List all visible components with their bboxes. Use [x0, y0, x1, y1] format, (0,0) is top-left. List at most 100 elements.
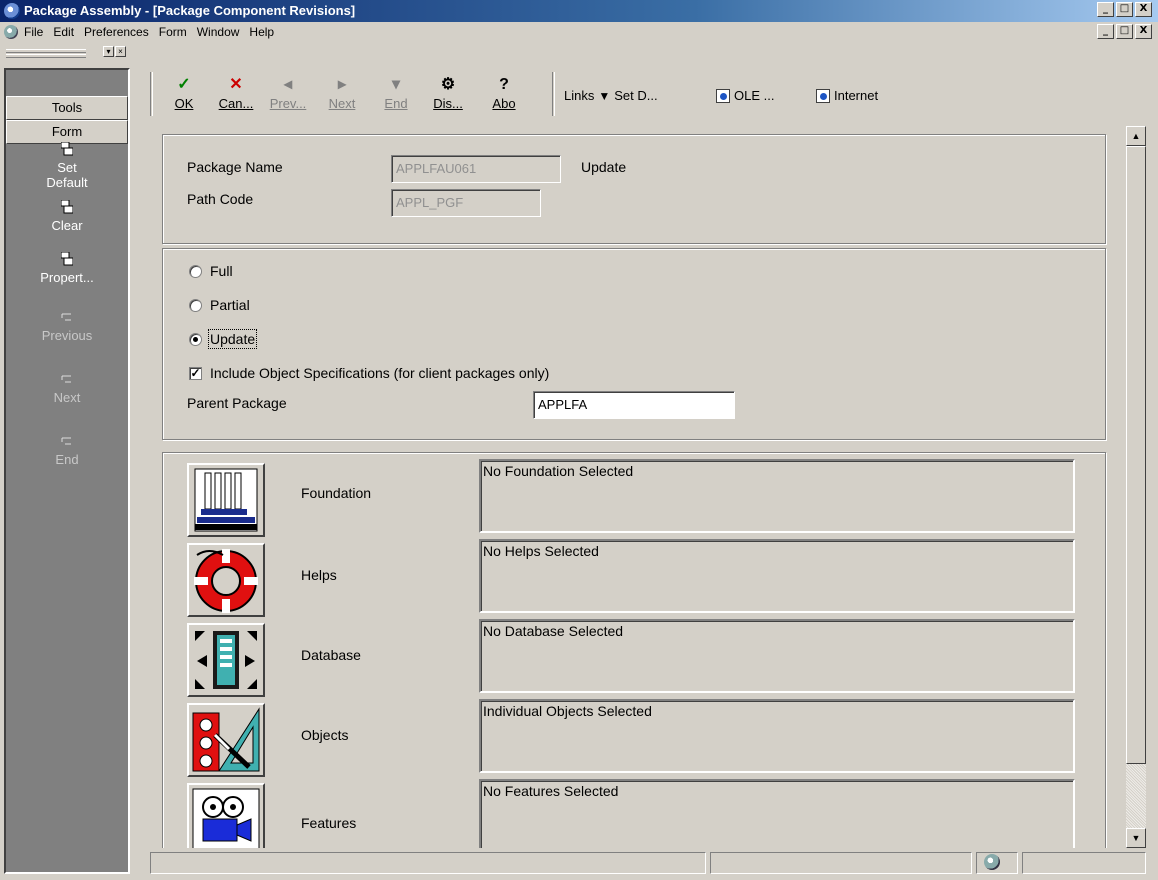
include-specs-checkbox[interactable]: ✓ Include Object Specifications (for cli… [189, 365, 549, 381]
database-label: Database [301, 647, 361, 663]
previous-button[interactable]: ◂ Prev... [268, 74, 308, 111]
radio-full-dot[interactable] [189, 264, 202, 278]
menu-form[interactable]: Form [159, 25, 187, 39]
objects-label: Objects [301, 727, 349, 743]
include-specs-label: Include Object Specifications (for clien… [210, 365, 550, 381]
menu-edit[interactable]: Edit [53, 25, 74, 39]
window-controls: _ □ X [1097, 2, 1152, 17]
radio-update[interactable]: Update [189, 329, 258, 349]
exit-item-label: Clear [51, 218, 83, 233]
exit-bar-grip-lower[interactable] [6, 54, 86, 58]
helps-status-box[interactable]: No Helps Selected [479, 539, 1075, 613]
path-code-label: Path Code [187, 191, 254, 207]
about-button[interactable]: ? Abo [484, 74, 524, 111]
objects-tools-icon [192, 707, 260, 772]
parent-package-label: Parent Package [187, 395, 287, 411]
ole-page-icon [716, 88, 730, 103]
internet-link[interactable]: Internet [816, 88, 878, 103]
features-button[interactable] [187, 783, 265, 848]
status-globe-icon [984, 854, 1000, 870]
menu-help[interactable]: Help [249, 25, 274, 39]
exit-bar-header: ▾ × [4, 44, 130, 66]
about-help-icon: ? [499, 76, 509, 93]
objects-status-box[interactable]: Individual Objects Selected [479, 699, 1075, 773]
menu-file[interactable]: File [24, 25, 43, 39]
links-menu[interactable]: Links ▼ Set D... [564, 88, 658, 103]
internet-page-icon [816, 88, 830, 103]
form-exit-icon [61, 310, 73, 324]
dropdown-arrow-icon: ▼ [598, 88, 611, 103]
end-button-label: End [384, 96, 408, 111]
radio-full[interactable]: Full [189, 263, 233, 279]
mdi-close-button[interactable]: X [1135, 24, 1152, 39]
display-button-label: Dis... [433, 96, 463, 111]
helps-button[interactable] [187, 543, 265, 617]
mdi-restore-button[interactable]: □ [1116, 24, 1133, 39]
exit-item-end[interactable]: End [6, 434, 128, 467]
previous-icon: ◂ [283, 76, 293, 93]
internet-label: Internet [834, 88, 879, 103]
close-button[interactable]: X [1135, 2, 1152, 17]
exit-item-set-default[interactable]: Set Default [6, 141, 128, 190]
features-label: Features [301, 815, 357, 831]
next-button[interactable]: ▸ Next [322, 74, 362, 111]
menu-preferences[interactable]: Preferences [84, 25, 149, 39]
life-ring-icon [194, 549, 258, 613]
ole-link[interactable]: OLE ... [716, 88, 774, 103]
exit-tab-tools[interactable]: Tools [6, 96, 128, 120]
features-camera-icon [192, 788, 260, 848]
radio-partial[interactable]: Partial [189, 297, 250, 313]
scroll-up-icon[interactable]: ▲ [1126, 126, 1146, 146]
ok-button-label: OK [174, 96, 194, 111]
scroll-down-icon[interactable]: ▼ [1126, 828, 1146, 848]
previous-button-label: Prev... [269, 96, 307, 111]
foundation-label: Foundation [301, 485, 372, 501]
title-bar: Package Assembly - [Package Component Re… [0, 0, 1158, 22]
exit-item-next[interactable]: Next [6, 372, 128, 405]
vertical-scrollbar[interactable]: ▲ ▼ [1126, 126, 1146, 848]
status-pane-end [1022, 852, 1146, 874]
radio-partial-dot[interactable] [189, 298, 202, 312]
form-exit-icon [61, 372, 73, 386]
objects-button[interactable] [187, 703, 265, 777]
cancel-button-label: Can... [218, 96, 254, 111]
toolbar: ✓ OK ✕ Can... ◂ Prev... ▸ Next ▾ End ⚙ Dis... ? Abo L… [150, 68, 1150, 124]
cancel-x-icon: ✕ [229, 76, 243, 93]
exit-item-propert[interactable]: Propert... [6, 251, 128, 285]
document-globe-icon[interactable] [4, 25, 18, 39]
toolbar-separator [552, 72, 555, 116]
set-default-label: Set D... [614, 88, 658, 103]
ok-button[interactable]: ✓ OK [164, 74, 204, 111]
form-exit-icon [60, 199, 74, 214]
helps-label: Helps [301, 567, 337, 583]
display-button[interactable]: ⚙ Dis... [428, 74, 468, 111]
exit-bar-close-icon[interactable]: × [115, 46, 126, 57]
scroll-thumb[interactable] [1126, 146, 1146, 764]
maximize-button[interactable]: □ [1116, 2, 1133, 17]
exit-tab-form[interactable]: Form [6, 120, 128, 144]
menu-window[interactable]: Window [197, 25, 240, 39]
exit-item-label: End [55, 452, 79, 467]
foundation-status-box[interactable]: No Foundation Selected [479, 459, 1075, 533]
mdi-controls: _ □ X [1097, 24, 1152, 39]
features-status-box[interactable]: No Features Selected [479, 779, 1075, 848]
ole-label: OLE ... [734, 88, 775, 103]
checkmark-icon[interactable]: ✓ [189, 366, 202, 380]
database-status-box[interactable]: No Database Selected [479, 619, 1075, 693]
exit-bar-scroll-icon[interactable]: ▾ [103, 46, 114, 57]
end-button[interactable]: ▾ End [376, 74, 416, 111]
components-group: Foundation No Foundation Selected Helps … [162, 452, 1106, 848]
exit-item-previous[interactable]: Previous [6, 310, 128, 343]
parent-package-field[interactable]: APPLFA [533, 391, 735, 419]
exit-item-label: Propert... [40, 270, 94, 285]
exit-bar-grip[interactable] [6, 49, 86, 53]
cancel-button[interactable]: ✕ Can... [216, 74, 256, 111]
status-bar [150, 850, 1150, 876]
minimize-button[interactable]: _ [1097, 2, 1114, 17]
radio-update-dot[interactable] [189, 332, 202, 346]
database-button[interactable] [187, 623, 265, 697]
exit-item-clear[interactable]: Clear [6, 199, 128, 233]
mdi-minimize-button[interactable]: _ [1097, 24, 1114, 39]
foundation-button[interactable] [187, 463, 265, 537]
foundation-column-icon [194, 468, 258, 532]
